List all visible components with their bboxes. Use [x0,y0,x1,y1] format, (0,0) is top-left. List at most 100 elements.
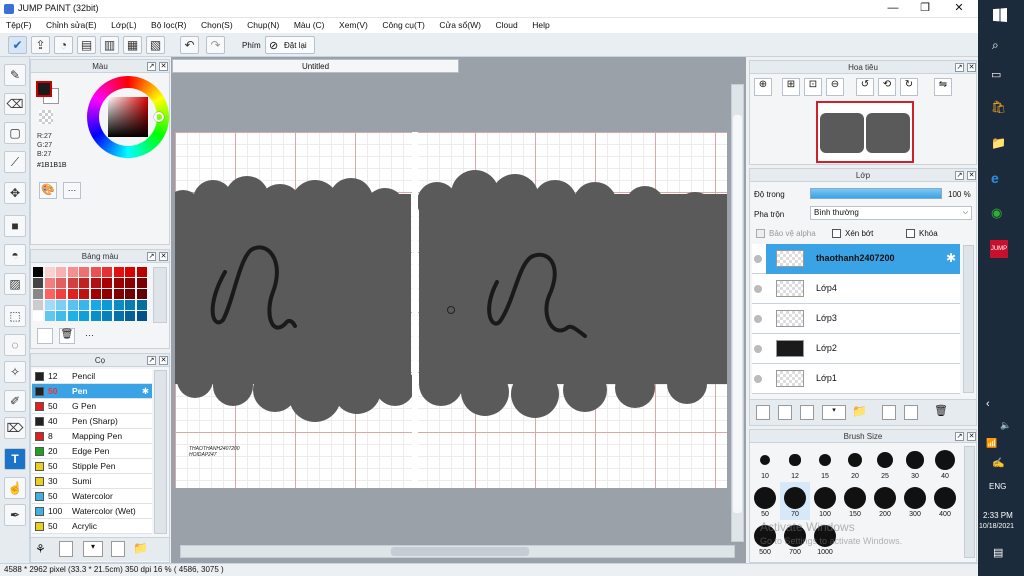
brush-item[interactable]: 40 Pen (Sharp) [32,414,152,429]
color-swatch[interactable] [67,311,78,321]
palette-swatches[interactable] [33,267,149,323]
brush-size-cell[interactable]: 70 [780,482,810,520]
fill-rect-tool-icon[interactable]: ■ [4,215,26,237]
color-swatch[interactable] [125,300,135,310]
color-swatch[interactable] [56,311,66,321]
visibility-icon[interactable] [754,255,762,263]
eraser-tool-icon[interactable]: ⌫ [4,93,26,115]
redo-icon[interactable]: ↷ [206,36,225,54]
brush-item[interactable]: 30 Sumi [32,474,152,489]
color-swatch[interactable] [136,278,147,288]
color-swatch[interactable] [113,311,124,321]
trash-icon[interactable]: 🗑 [59,328,75,344]
rect-tool-icon[interactable]: ▢ [4,122,26,144]
flip-icon[interactable]: ⇋ [934,78,952,96]
speech-bubble-icon[interactable]: ◔ [54,36,73,54]
panel-close-icon[interactable]: ✕ [159,62,168,71]
canvas-hscrollbar[interactable] [180,545,735,558]
fg-color-swatch[interactable] [36,81,52,97]
visibility-icon[interactable] [754,345,762,353]
layer-mask-icon[interactable] [800,405,814,420]
menu-select[interactable]: Chọn(S) [195,18,239,30]
color-swatch[interactable] [102,289,112,299]
zoom-out-icon[interactable]: ⊖ [826,78,844,96]
color-swatch[interactable] [56,300,66,310]
navigator-preview[interactable] [816,101,914,163]
color-swatch[interactable] [56,278,66,288]
layer-row[interactable]: Lớp2 [752,334,960,364]
color-swatch[interactable] [90,311,101,321]
canvas-vscrollbar[interactable] [731,84,744,542]
folder-icon[interactable]: 📁 [133,541,149,557]
eyedropper-tool-icon[interactable]: ✒ [4,504,26,526]
color-swatch[interactable] [33,289,43,299]
volume-icon[interactable]: 🔈 [1000,420,1011,431]
gear-icon[interactable]: ✱ [142,384,149,398]
color-swatch[interactable] [102,278,112,288]
color-swatch[interactable] [125,267,135,277]
menu-edit[interactable]: Chỉnh sửa(E) [40,18,103,30]
file-explorer-icon[interactable]: 📁 [991,136,1006,150]
color-swatch[interactable] [136,300,147,310]
brush-item[interactable]: 8 Mapping Pen [32,429,152,444]
magic-wand-tool-icon[interactable]: ✧ [4,361,26,383]
brush-tool-icon[interactable]: ✎ [4,64,26,86]
brush-copy-icon[interactable] [111,541,125,557]
export-icon[interactable]: ⇪ [31,36,50,54]
panel-close-icon[interactable]: ✕ [967,171,976,180]
gear-icon[interactable]: ✱ [946,251,956,265]
color-swatch[interactable] [67,278,78,288]
new-layer-icon[interactable] [756,405,770,420]
color-swatch[interactable] [113,300,124,310]
jump-paint-taskbar-icon[interactable]: JUMP [990,240,1008,258]
delete-layer-icon[interactable]: 🗑 [934,404,948,417]
layer-settings-icon[interactable] [904,405,918,420]
page-icon[interactable]: ▥ [100,36,119,54]
vscroll-thumb[interactable] [733,115,742,513]
brush-size-cell[interactable]: 200 [870,482,900,520]
brush-item[interactable]: 50 Acrylic [32,519,152,534]
grid-settings-icon[interactable]: ▧ [146,36,165,54]
color-swatch[interactable] [136,311,147,321]
color-swatch[interactable] [79,267,89,277]
brush-item[interactable]: 50 G Pen [32,399,152,414]
browser-icon[interactable]: ◉ [991,205,1002,221]
color-swatch[interactable] [102,311,112,321]
layer-folder-icon[interactable]: 📁 [852,404,867,418]
color-swatch[interactable] [67,289,78,299]
clip-checkbox[interactable] [832,229,841,238]
panel-float-icon[interactable]: ↗ [147,62,156,71]
color-swatch[interactable] [44,300,55,310]
check-icon[interactable]: ✔ [8,36,27,54]
color-swatch[interactable] [44,311,55,321]
color-swatch[interactable] [113,278,124,288]
color-swatch[interactable] [90,267,101,277]
network-icon[interactable]: 📶 [986,438,997,449]
panel-close-icon[interactable]: ✕ [159,356,168,365]
brush-size-cell[interactable]: 50 [750,482,780,520]
brush-size-cell[interactable]: 300 [900,482,930,520]
language-indicator[interactable]: ENG [989,482,1006,491]
layer-row[interactable]: Lớp3 [752,304,960,334]
blend-mode-select[interactable]: Bình thường ⌵ [810,206,972,220]
brush-scrollbar[interactable] [154,370,167,534]
palette-scrollbar[interactable] [153,267,167,323]
rotate-reset-icon[interactable]: ⟲ [878,78,896,96]
document-tab[interactable]: Untitled [172,59,459,73]
clock-date[interactable]: 10/18/2021 [979,523,1014,530]
color-swatch[interactable] [56,267,66,277]
duplicate-layer-icon[interactable] [778,405,792,420]
clock-time[interactable]: 2:33 PM [983,511,1013,520]
brush-size-scrollbar[interactable] [964,446,975,558]
brush-item[interactable]: 50 Watercolor [32,489,152,504]
panel-float-icon[interactable]: ↗ [147,356,156,365]
minimize-button[interactable]: — [878,0,908,18]
brush-size-cell[interactable]: 100 [810,482,840,520]
color-swatch[interactable] [125,311,135,321]
protect-alpha-checkbox[interactable] [756,229,765,238]
store-icon[interactable]: 🛍 [991,100,1006,114]
text-panel-icon[interactable]: ▤ [77,36,96,54]
fit-icon[interactable]: ⊡ [804,78,822,96]
brush-size-cell[interactable]: 15 [810,444,840,482]
move-tool-icon[interactable]: ✥ [4,182,26,204]
